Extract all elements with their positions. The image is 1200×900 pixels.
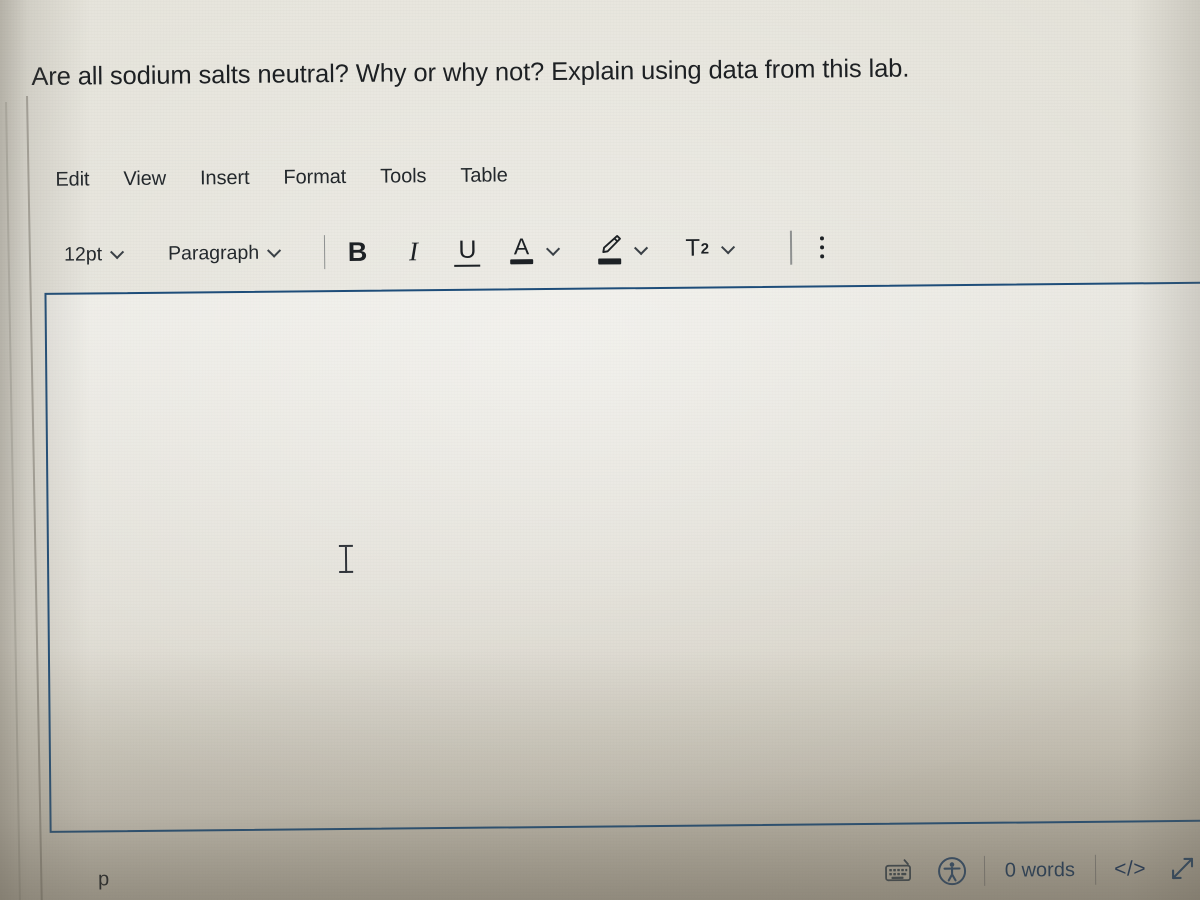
vertical-ellipsis-icon [819,236,825,241]
toolbar-separator-end [790,230,793,265]
text-color-dropdown-button[interactable] [540,233,566,267]
editor-menubar: Edit View Insert Format Tools Table [53,163,510,192]
editor-toolbar: 12pt Paragraph B I U A T 2 [62,227,833,274]
photographed-screen: Are all sodium salts neutral? Why or why… [0,0,1200,900]
resize-handle[interactable] [1166,853,1200,885]
ibeam-cap-bottom [339,570,354,574]
ibeam-stem [344,546,348,573]
editor-text-area[interactable] [44,281,1200,833]
element-path-breadcrumb[interactable]: p [98,868,109,891]
background-color-swatch [598,258,622,265]
html-editor-button[interactable]: </> [1110,857,1150,881]
text-color-button[interactable]: A [508,233,534,267]
keyboard-icon [884,859,911,882]
more-options-button[interactable] [811,230,833,264]
menu-item-tools[interactable]: Tools [378,164,428,189]
menu-item-format[interactable]: Format [281,165,348,191]
superscript-dropdown-button[interactable] [715,231,741,265]
diagonal-resize-arrow-icon [1172,857,1194,880]
background-color-dropdown-button[interactable] [628,232,654,266]
accessibility-person-icon [937,857,966,886]
question-prompt-text: Are all sodium salts neutral? Why or why… [31,54,910,91]
font-size-value: 12pt [63,242,103,266]
highlighter-pen-icon [597,235,622,265]
font-size-select[interactable]: 12pt [62,243,126,267]
italic-button[interactable]: I [400,234,426,268]
text-color-icon: A [510,232,534,265]
keyboard-shortcuts-button[interactable] [883,859,913,885]
menu-item-insert[interactable]: Insert [198,166,252,192]
chevron-down-icon [111,246,124,259]
underline-button[interactable]: U [454,234,481,267]
menu-item-table[interactable]: Table [458,163,510,188]
text-ibeam-cursor [338,544,354,575]
text-color-letter: A [513,232,530,260]
vertical-ellipsis-icon [819,254,825,259]
word-count-label: 0 words [1004,858,1075,882]
menu-item-view[interactable]: View [121,167,168,192]
editor-statusbar: p 0 words </> [50,846,1200,900]
rich-content-editor: Are all sodium salts neutral? Why or why… [0,0,1200,900]
statusbar-separator [983,855,986,886]
vertical-ellipsis-icon [819,245,825,250]
toolbar-separator [323,235,326,270]
superscript-button[interactable]: T2 [684,231,710,265]
chevron-down-icon [268,244,281,257]
superscript-base: T [685,234,701,262]
menu-item-edit[interactable]: Edit [53,167,91,192]
statusbar-separator-2 [1094,854,1097,885]
bold-button[interactable]: B [344,235,370,269]
chevron-down-icon [635,242,648,255]
statusbar-right-group: 0 words </> [883,849,1200,892]
superscript-exponent: 2 [700,239,710,258]
chevron-down-icon [547,242,560,255]
chevron-down-icon [722,241,735,254]
background-color-button[interactable] [596,232,622,266]
block-format-select[interactable]: Paragraph [166,241,283,265]
block-format-value: Paragraph [167,241,260,265]
accessibility-checker-button[interactable] [935,855,967,887]
text-color-swatch [510,258,534,265]
